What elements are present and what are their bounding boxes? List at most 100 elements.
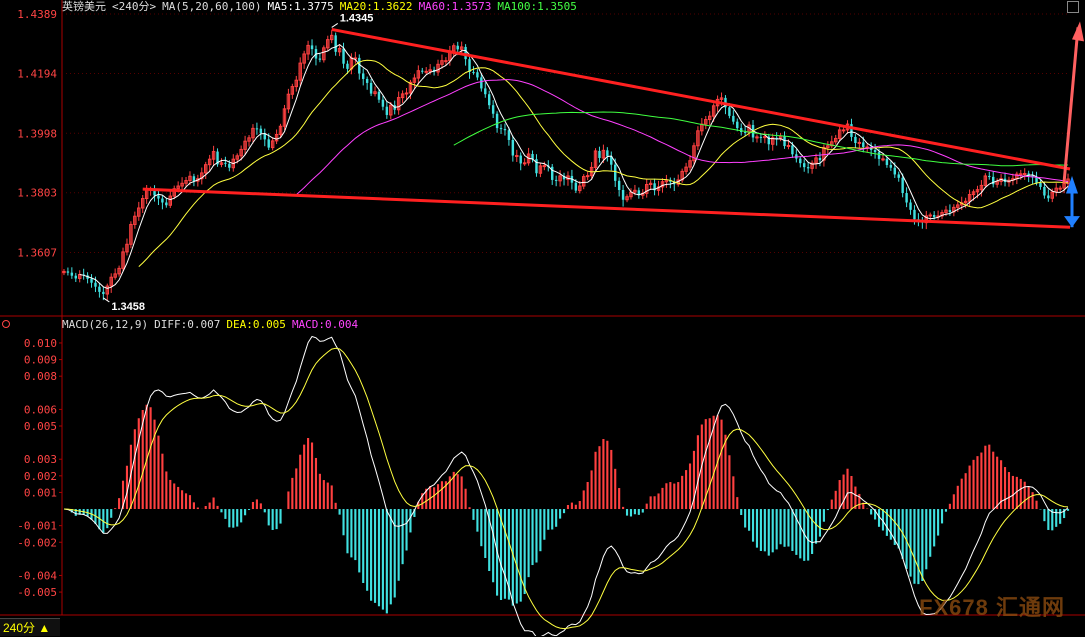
candle-up — [928, 214, 932, 217]
candle-down — [464, 46, 467, 60]
candle-down — [554, 179, 558, 181]
candle-down — [484, 88, 487, 95]
candle-down — [157, 195, 160, 199]
candle-down — [499, 128, 503, 130]
candle-up — [1019, 173, 1023, 176]
candle-down — [377, 91, 381, 100]
high-label: 1.4345 — [340, 12, 374, 24]
candle-down — [310, 45, 314, 50]
price-tick-label: 1.4194 — [17, 67, 57, 80]
period-tab[interactable]: 240分 ▲ — [0, 618, 60, 636]
candle-down — [334, 35, 337, 52]
trendline-lower — [142, 187, 1071, 229]
candle-up — [542, 165, 547, 168]
macd-tick-label: 0.008 — [24, 370, 57, 383]
extreme-pointer — [331, 23, 338, 28]
candle-down — [90, 278, 93, 283]
ma5-value: MA5:1.3775 — [267, 0, 334, 13]
macd-header: MACD(26,12,9) DIFF:0.007 DEA:0.005 MACD:0.0… — [62, 318, 364, 332]
candle-down — [1043, 186, 1046, 196]
candle-up — [1058, 187, 1062, 190]
candle-down — [818, 157, 822, 161]
candle-down — [385, 106, 389, 115]
candle-down — [1035, 177, 1038, 183]
indicator-close-icon[interactable] — [2, 320, 10, 328]
candle-down — [346, 63, 349, 69]
candle-down — [621, 189, 625, 200]
macd-tick-label: -0.001 — [17, 520, 57, 533]
macd-tick-label: 0.003 — [24, 453, 57, 466]
candle-down — [598, 150, 601, 158]
candle-up — [755, 136, 759, 139]
candle-down — [948, 210, 952, 212]
candle-up — [1023, 173, 1027, 176]
instrument-name: 英镑美元 — [62, 0, 106, 13]
candle-down — [913, 209, 916, 220]
candle-down — [897, 174, 900, 178]
ma100-value: MA100:1.3505 — [497, 0, 577, 13]
candle-down — [862, 142, 865, 147]
candle-down — [803, 163, 806, 168]
candle-down — [228, 163, 231, 168]
candle-down — [799, 158, 802, 164]
price-tick-label: 1.3803 — [17, 187, 57, 200]
diff-value: DIFF:0.007 — [154, 318, 221, 331]
candle-up — [841, 129, 846, 132]
macd-tick-label: 0.005 — [24, 420, 57, 433]
macd-tick-label: 0.006 — [24, 403, 57, 416]
candle-down — [365, 78, 369, 83]
candle-up — [444, 60, 448, 63]
price-header: 英镑美元 <240分> MA(5,20,60,100) MA5:1.3775 MA20:… — [62, 0, 583, 14]
candle-down — [476, 72, 479, 78]
candle-down — [889, 164, 893, 168]
candle-down — [1047, 195, 1050, 199]
ma5-line — [79, 43, 1069, 289]
candle-down — [224, 162, 227, 164]
candle-down — [74, 275, 77, 279]
candle-down — [806, 167, 810, 169]
macd-params: MACD(26,12,9) — [62, 318, 149, 331]
ma20-value: MA20:1.3622 — [339, 0, 413, 13]
candle-up — [857, 141, 862, 144]
candle-down — [932, 215, 936, 218]
candle-down — [854, 136, 857, 144]
candle-down — [743, 132, 747, 134]
candle-down — [893, 167, 896, 175]
candle-down — [614, 164, 617, 181]
candle-down — [574, 182, 578, 191]
candle-down — [736, 121, 739, 129]
candle-down — [732, 115, 735, 122]
candle-down — [480, 77, 483, 89]
candle-down — [456, 45, 459, 50]
up-arrow-shaft — [1062, 27, 1080, 184]
macd-tick-label: -0.002 — [17, 536, 57, 549]
candle-down — [901, 177, 904, 194]
macd-tick-label: -0.004 — [17, 569, 57, 582]
candle-down — [511, 139, 515, 156]
period-label: <240分> — [112, 0, 157, 13]
candle-down — [192, 176, 196, 182]
candle-down — [495, 113, 499, 129]
settings-box-icon[interactable] — [1067, 1, 1079, 13]
ma60-value: MA60:1.3573 — [418, 0, 492, 13]
candle-down — [342, 48, 345, 64]
candle-down — [909, 202, 912, 210]
candle-down — [362, 73, 365, 79]
candle-up — [515, 155, 519, 158]
watermark-logo: FX678 汇通网 — [919, 595, 1065, 620]
candle-down — [740, 128, 743, 133]
candle-down — [873, 150, 877, 153]
candle-up — [522, 162, 527, 165]
candle-up — [424, 70, 428, 73]
candle-down — [358, 57, 361, 74]
candle-down — [1039, 182, 1042, 187]
dea-value: DEA:0.005 — [226, 318, 286, 331]
candle-down — [369, 82, 373, 94]
candle-up — [763, 136, 767, 139]
candle-down — [519, 155, 522, 164]
down-arrow-icon — [1064, 216, 1080, 228]
candle-up — [786, 144, 791, 147]
candle-down — [161, 198, 164, 203]
candle-down — [759, 136, 763, 138]
candle-down — [259, 128, 263, 134]
